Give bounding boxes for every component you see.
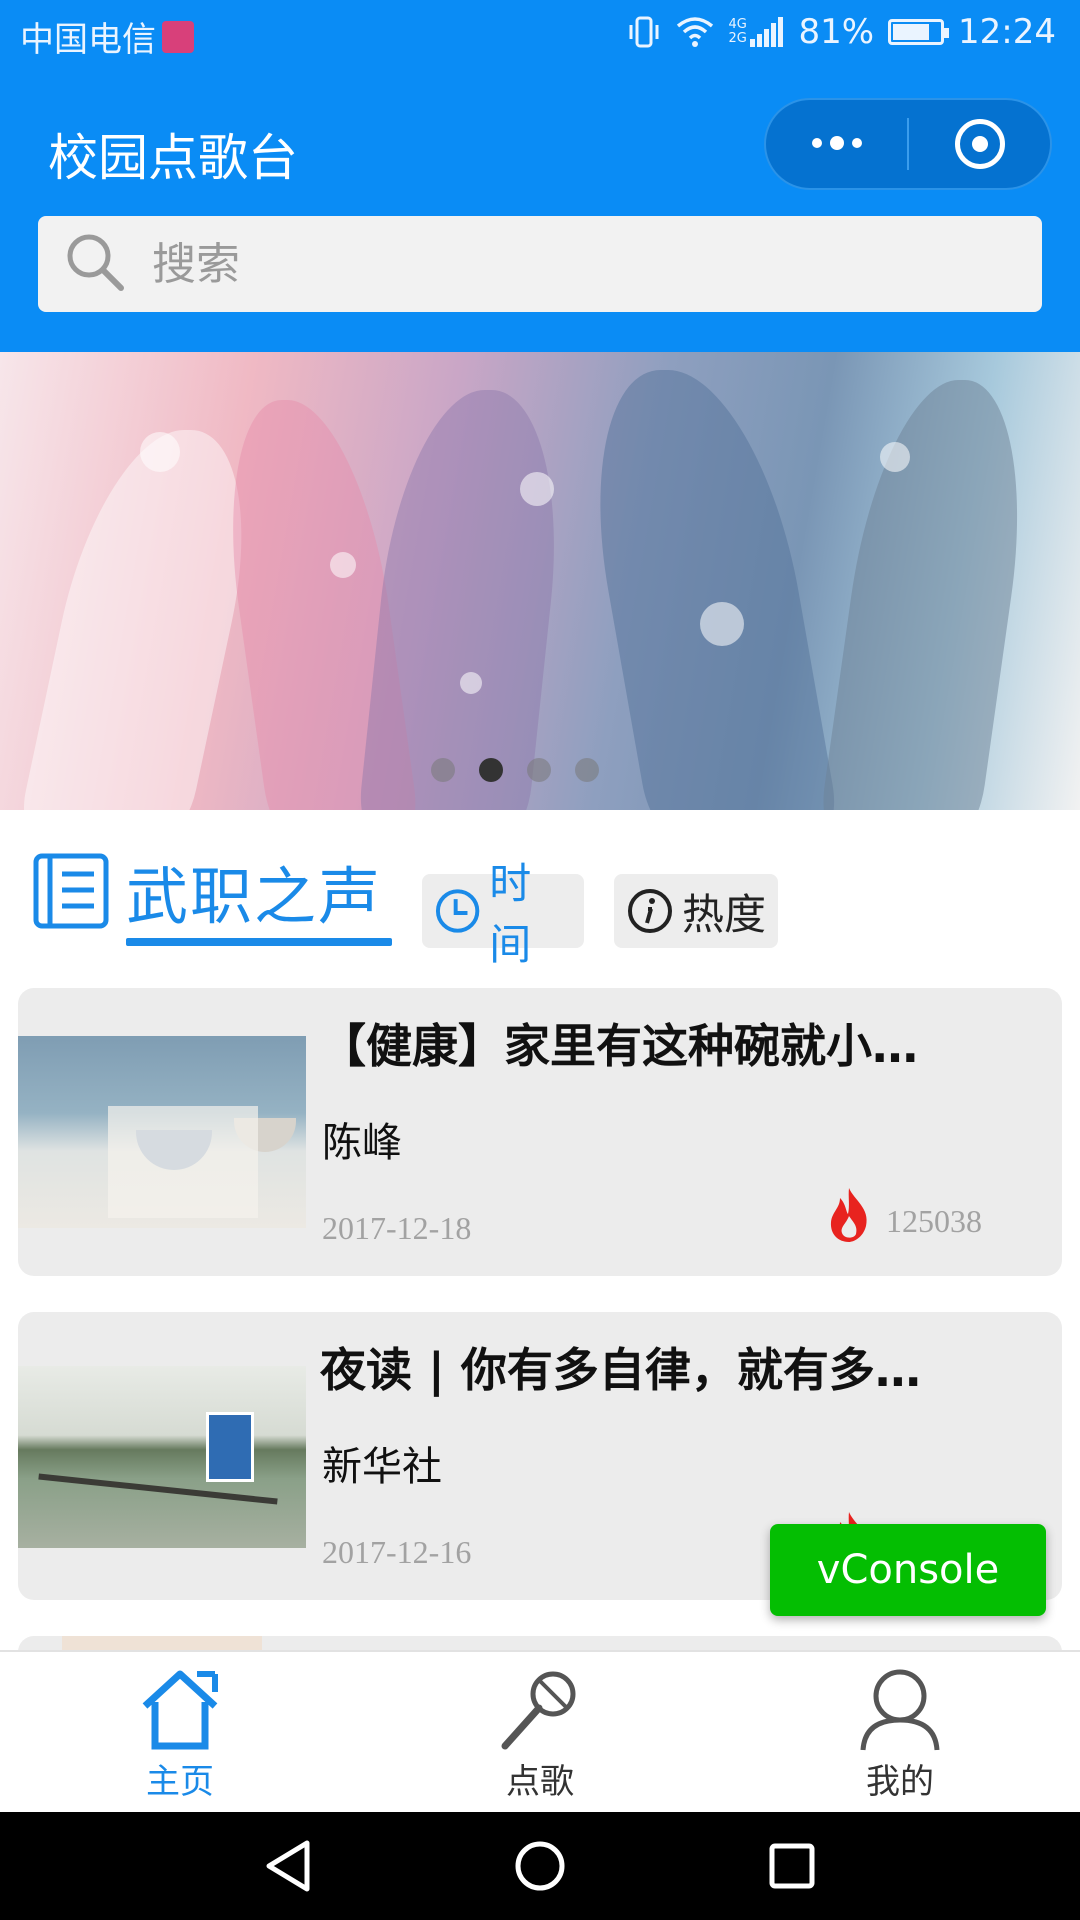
article-hot-count: 125038 (886, 1203, 982, 1239)
miniprogram-capsule (764, 98, 1052, 190)
banner-dancer-silhouette (818, 380, 1042, 810)
back-icon[interactable] (263, 1839, 313, 1893)
android-nav-bar (0, 1812, 1080, 1920)
more-dots-icon (811, 136, 862, 150)
banner-bokeh (330, 552, 356, 578)
battery-icon (888, 19, 950, 45)
carousel-dot[interactable] (431, 758, 455, 782)
microphone-icon (501, 1671, 576, 1750)
clock-icon (435, 889, 480, 933)
home-circle-icon[interactable] (513, 1839, 567, 1893)
article-thumbnail-bowls (18, 1036, 306, 1228)
sort-tab-time-label: 时间 (489, 859, 532, 969)
tab-home[interactable]: 主页 (0, 1652, 360, 1814)
banner-carousel[interactable] (0, 352, 1080, 810)
carousel-dot[interactable] (575, 758, 599, 782)
night-read-logo (206, 1412, 254, 1482)
search-icon (64, 231, 126, 297)
user-icon (860, 1669, 940, 1751)
recents-icon[interactable] (767, 1841, 817, 1891)
article-author: 新华社 (322, 1444, 442, 1490)
status-left: 中国电信 (20, 12, 194, 61)
section-header: 武职之声 时间 热度 (0, 810, 1080, 990)
tab-song-request-label: 点歌 (506, 1762, 574, 1802)
close-miniprogram-button[interactable] (909, 100, 1050, 188)
section-title: 武职之声 (126, 860, 383, 933)
thumb-cloth (108, 1106, 258, 1218)
banner-bokeh (140, 432, 180, 472)
sort-tab-time[interactable]: 时间 (422, 859, 584, 969)
fire-icon (830, 1188, 867, 1242)
page-title: 校园点歌台 (48, 129, 298, 187)
tab-profile-label: 我的 (866, 1762, 934, 1802)
banner-bokeh (460, 672, 482, 694)
signal-icon: 4G 2G (728, 17, 784, 47)
status-bar: 中国电信 4G 2G 81% 12:24 (0, 0, 1080, 72)
info-icon (628, 889, 672, 933)
vconsole-button[interactable]: vConsole (770, 1524, 1046, 1616)
huawei-icon (162, 20, 194, 53)
section-underline (126, 938, 392, 946)
sort-tab-hot-label: 热度 (682, 889, 767, 939)
article-date: 2017-12-16 (322, 1534, 472, 1570)
tab-profile[interactable]: 我的 (720, 1652, 1080, 1814)
banner-bokeh (520, 472, 554, 506)
sort-tab-hot[interactable]: 热度 (614, 874, 778, 948)
tab-song-request[interactable]: 点歌 (360, 1652, 720, 1814)
banner-bokeh (700, 602, 744, 646)
banner-dancer-silhouette (356, 390, 574, 810)
network-type: 4G 2G (728, 17, 747, 46)
carousel-indicators (0, 758, 1080, 782)
search-input[interactable] (150, 237, 974, 291)
article-card[interactable]: 【健康】家里有这种碗就小… 陈峰 2017-12-18 125038 (18, 988, 1062, 1276)
status-right: 4G 2G 81% 12:24 (626, 12, 1056, 52)
banner-dancer-silhouette (569, 370, 841, 810)
article-title: 【健康】家里有这种碗就小… (320, 1019, 918, 1073)
article-thumbnail-night-read (18, 1366, 306, 1548)
article-hot: 125038 (826, 1186, 982, 1244)
article-title: 夜读 | 你有多自律，就有多… (320, 1343, 921, 1397)
vibrate-icon (626, 15, 662, 49)
carousel-dot[interactable] (527, 758, 551, 782)
bottom-tab-bar: 主页 点歌 我的 (0, 1650, 1080, 1814)
carrier-name: 中国电信 (20, 20, 156, 60)
wifi-icon (676, 16, 714, 48)
banner-bokeh (880, 442, 910, 472)
clock: 12:24 (958, 12, 1056, 52)
article-author: 陈峰 (322, 1120, 402, 1166)
tab-home-label: 主页 (146, 1762, 214, 1802)
search-bar[interactable] (38, 216, 1042, 312)
app-header: 校园点歌台 (0, 72, 1080, 352)
target-icon (954, 119, 1005, 169)
article-date: 2017-12-18 (322, 1210, 472, 1246)
carousel-dot[interactable] (479, 758, 503, 782)
book-icon (32, 852, 110, 934)
more-button[interactable] (766, 100, 907, 188)
home-icon (142, 1670, 218, 1750)
battery-percent: 81% (798, 12, 875, 52)
